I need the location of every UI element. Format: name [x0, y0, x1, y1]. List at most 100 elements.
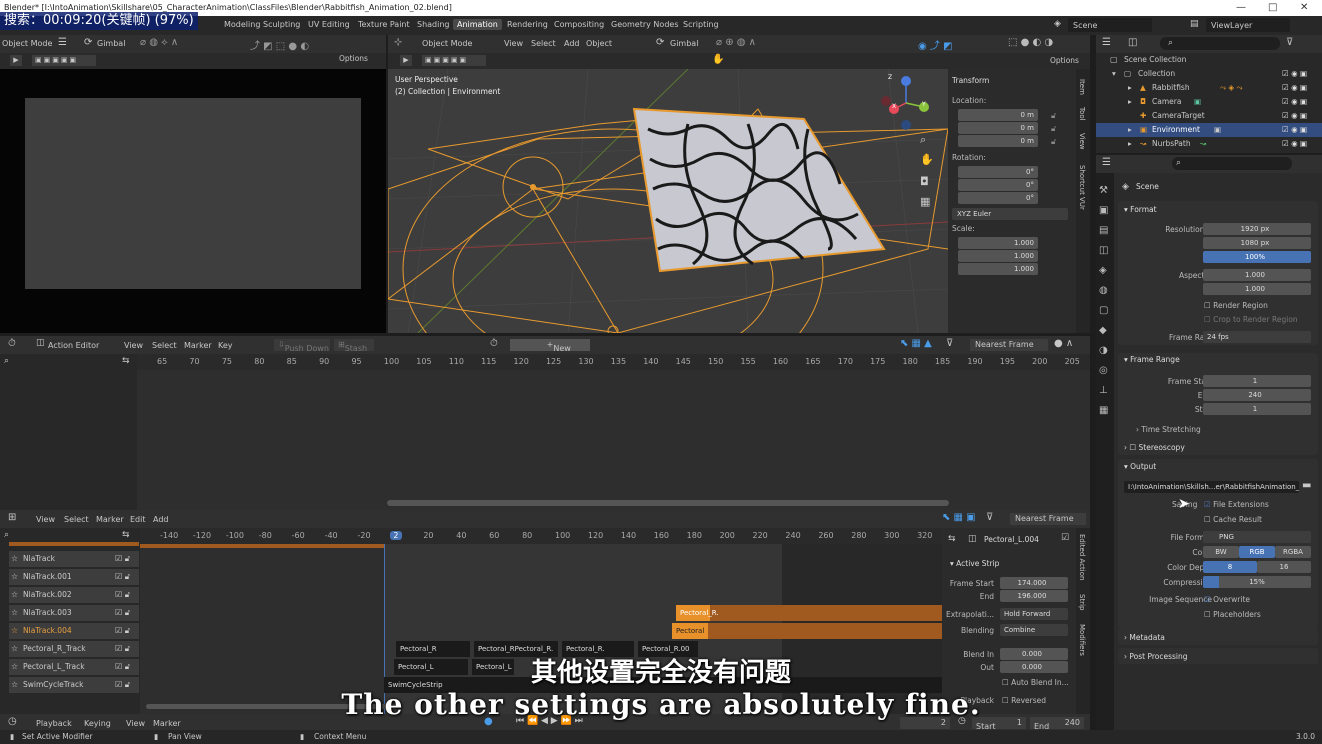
aspect-x-field[interactable]: 1.000 — [1203, 269, 1311, 281]
nla-menu-edit[interactable]: Edit — [130, 515, 146, 524]
nla-ruler[interactable]: -140 -120 -100 -80 -60 -40 -20 2 20 40 60 80 100 120 1… — [140, 528, 942, 544]
action-browse-icon[interactable]: ⏱ — [490, 338, 498, 349]
nla-menu-view[interactable]: View — [36, 515, 55, 524]
view-layer-selector[interactable]: ViewLayer — [1206, 18, 1290, 32]
close-button[interactable]: ✕ — [1300, 0, 1308, 16]
nla-track-row[interactable]: ☆ NlaTrack ☑ 🔓︎ — [9, 551, 139, 567]
visibility-icons[interactable]: ☑ ◉ ▣ — [1282, 109, 1307, 123]
output-path-field[interactable]: I:\IntoAnimation\Skillsh...er\Rabbitfish… — [1124, 481, 1299, 493]
scene-selector[interactable]: Scene — [1068, 18, 1152, 32]
properties-tab-icons[interactable]: ⚒ ▣ ▤ ◫ ◈ ◍ ▢ ◆ ◑ ◎ ⊥ ▦ — [1099, 181, 1108, 421]
selection-mode-icons[interactable]: ▣▣▣▣▣ — [32, 55, 96, 66]
action-filter-funnel-icon[interactable]: ⊽ — [946, 338, 953, 349]
loc-x-field[interactable]: 0 m — [958, 109, 1038, 121]
display-mode-icon[interactable]: ◫ — [1128, 37, 1137, 48]
action-filter-icons[interactable]: ⬉ ▦ ▲ — [900, 338, 932, 349]
track-toggle-icons[interactable]: ☑ 🔓︎ — [115, 569, 130, 585]
viewport-orientation-dropdown[interactable]: Gimbal — [670, 39, 698, 48]
strip-frame-start-field[interactable]: 174.000 — [1000, 577, 1068, 589]
tab-scripting[interactable]: Scripting — [683, 20, 719, 29]
action-keyframe-area[interactable] — [137, 370, 1090, 510]
action-scrollbar[interactable] — [387, 500, 949, 506]
expand-icon[interactable]: ▸ — [1128, 123, 1132, 137]
scale-z-field[interactable]: 1.000 — [958, 263, 1038, 275]
outliner-item-nurbspath[interactable]: ▸ ↝ NurbsPath ↝ ☑ ◉ ▣ — [1096, 137, 1322, 151]
tab-shading[interactable]: Shading — [417, 20, 450, 29]
visibility-icons[interactable]: ☑ ◉ ▣ — [1282, 81, 1307, 95]
left-orientation-dropdown[interactable]: Gimbal — [97, 39, 125, 48]
nla-editor-type-icon[interactable]: ⊞ — [8, 512, 16, 523]
extrapolation-dropdown[interactable]: Hold Forward — [1000, 608, 1068, 620]
nla-strip-track3-ext[interactable] — [672, 623, 942, 639]
action-swap-icon[interactable]: ⇆ — [122, 356, 130, 366]
ortho-grid-icon[interactable]: ▦ — [920, 195, 930, 208]
nla-strip-pectoral[interactable]: Pectoral — [672, 623, 708, 639]
depth-8-button[interactable]: 8 — [1203, 561, 1257, 573]
shading-icons[interactable]: ⤴ ◩ ⬚ ● ◐ — [250, 37, 309, 52]
viewport-options-button[interactable]: Options — [1050, 56, 1079, 65]
left-mode-dropdown[interactable]: Object Mode — [2, 39, 52, 48]
frame-range-title[interactable]: ▾ Frame Range — [1124, 355, 1180, 364]
new-action-button[interactable]: + New — [510, 339, 590, 353]
tab-edited-action[interactable]: Edited Action — [1078, 534, 1086, 580]
outliner-item-environment[interactable]: ▸ ▣ Environment ▣ ☑ ◉ ▣ — [1096, 123, 1322, 137]
menu-object[interactable]: Object — [586, 39, 612, 48]
rotation-mode-dropdown[interactable]: XYZ Euler — [952, 208, 1068, 220]
folder-icon[interactable]: ▬ — [1302, 480, 1311, 491]
action-menu-key[interactable]: Key — [218, 341, 233, 350]
camera-view[interactable] — [0, 69, 386, 333]
expand-icon[interactable]: ▸ — [1128, 95, 1132, 109]
tab-animation[interactable]: Animation — [453, 19, 502, 30]
menu-add[interactable]: Add — [564, 39, 580, 48]
camera-view-icon[interactable]: ◘ — [920, 175, 929, 188]
outliner-editor-icon[interactable]: ☰ — [1102, 37, 1111, 48]
tab-compositing[interactable]: Compositing — [554, 20, 604, 29]
action-editor-type-icon[interactable]: ⏱ — [8, 338, 16, 349]
overwrite-checkbox[interactable]: ☑ Overwrite — [1204, 595, 1250, 604]
nla-track-row[interactable]: ☆ NlaTrack.003 ☑ 🔓︎ — [9, 605, 139, 621]
action-editor-mode-dropdown[interactable]: Action Editor — [48, 341, 99, 350]
depth-16-button[interactable]: 16 — [1257, 561, 1311, 573]
tab-modeling[interactable]: Modeling — [224, 20, 260, 29]
nla-track-row[interactable]: ☆ NlaTrack.001 ☑ 🔓︎ — [9, 569, 139, 585]
pan-icon[interactable]: ✋ — [920, 153, 934, 166]
outliner-scene-collection[interactable]: ▢ Scene Collection — [1096, 53, 1322, 67]
expand-icon[interactable]: ▾ — [1112, 67, 1116, 81]
editor-type-icon[interactable]: ⊹ — [394, 37, 402, 48]
action-ruler[interactable]: 65 70 75 80 85 90 95 100 105 110 115 120 125 130 135 14… — [137, 354, 1090, 370]
nla-swap-icon[interactable]: ⇆ — [122, 530, 130, 540]
frame-start-field[interactable]: 1 — [1203, 375, 1311, 387]
properties-editor-icon[interactable]: ☰ — [1102, 157, 1111, 168]
expand-icon[interactable]: ▸ — [1128, 81, 1132, 95]
placeholders-checkbox[interactable]: ☐ Placeholders — [1204, 610, 1261, 619]
rot-x-field[interactable]: 0° — [958, 166, 1038, 178]
tab-view[interactable]: View — [1078, 133, 1086, 150]
push-down-button[interactable]: ⇩ Push Down — [274, 339, 330, 353]
frame-end-field[interactable]: 240 — [1203, 389, 1311, 401]
track-toggle-icons[interactable]: ☑ 🔓︎ — [115, 587, 130, 603]
play-icon[interactable]: ▶ — [10, 55, 22, 66]
compression-slider[interactable]: 15% — [1203, 576, 1311, 588]
track-toggle-icons[interactable]: ☑ 🔓︎ — [115, 551, 130, 567]
loc-y-field[interactable]: 0 m — [958, 122, 1038, 134]
filter-icon[interactable]: ⊽ — [1286, 37, 1293, 48]
nla-track-row[interactable]: ☆ NlaTrack.002 ☑ 🔓︎ — [9, 587, 139, 603]
tab-strip[interactable]: Strip — [1078, 594, 1086, 610]
action-menu-view[interactable]: View — [124, 341, 143, 350]
color-bw-button[interactable]: BW — [1203, 546, 1239, 558]
file-extensions-checkbox[interactable]: ☑ File Extensions — [1204, 500, 1269, 509]
viewport-canvas[interactable]: User Perspective (2) Collection | Enviro… — [388, 69, 948, 333]
time-stretching-panel[interactable]: › Time Stretching — [1136, 425, 1201, 434]
cache-result-checkbox[interactable]: ☐ Cache Result — [1204, 515, 1262, 524]
active-strip-title[interactable]: ▾ Active Strip — [950, 559, 999, 568]
tab-rendering[interactable]: Rendering — [507, 20, 548, 29]
outliner-search[interactable] — [1160, 37, 1280, 50]
menu-select[interactable]: Select — [531, 39, 556, 48]
stash-button[interactable]: ⊞ Stash — [334, 339, 374, 353]
viewport-mode-dropdown[interactable]: Object Mode — [422, 39, 472, 48]
tab-item[interactable]: Item — [1078, 79, 1086, 95]
crop-checkbox[interactable]: ☐ Crop to Render Region — [1204, 315, 1298, 324]
snap-icon[interactable]: ⌀ ◍ ⟡ ∧ — [140, 37, 178, 48]
scale-y-field[interactable]: 1.000 — [958, 250, 1038, 262]
outliner-item-rabbitfish[interactable]: ▸ ▲ Rabbitfish ⤳ ◈ ⤳ ☑ ◉ ▣ — [1096, 81, 1322, 95]
